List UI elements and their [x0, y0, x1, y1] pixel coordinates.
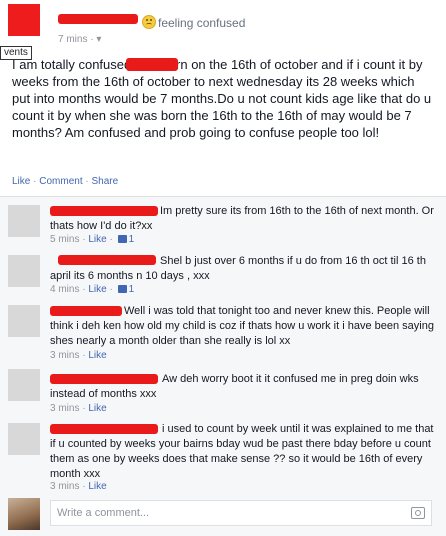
comment-meta: 3 mins · Like	[50, 350, 107, 361]
comment-meta: 3 mins · Like	[50, 403, 107, 414]
comment-time[interactable]: 3 mins	[50, 403, 79, 414]
comment-like-button[interactable]: Like	[88, 481, 106, 492]
commenter-avatar[interactable]	[8, 369, 40, 401]
comment-meta: 4 mins · Like · 1	[50, 284, 135, 295]
post-card: feeling confused 7 mins · ▾ vents I am t…	[0, 0, 446, 536]
post-text: I am totally confused was born on the 16…	[12, 57, 432, 140]
comment-time[interactable]: 3 mins	[50, 481, 79, 492]
comment-button[interactable]: Comment	[39, 176, 82, 187]
comment-meta: 5 mins · Like · 1	[50, 234, 135, 245]
thumbs-up-icon	[117, 235, 127, 243]
comment-text: i used to count by week until it was exp…	[50, 423, 434, 480]
comment-time[interactable]: 5 mins	[50, 234, 79, 245]
feeling-status: feeling confused	[142, 15, 245, 30]
comment-text: Im pretty sure its from 16th to the 16th…	[50, 205, 434, 232]
post-actions: Like · Comment · Share	[12, 176, 118, 187]
like-button[interactable]: Like	[12, 176, 30, 187]
comment-input[interactable]: Write a comment...	[50, 500, 432, 526]
comment-like-button[interactable]: Like	[88, 403, 106, 414]
comments-section: Im pretty sure its from 16th to the 16th…	[0, 197, 446, 536]
comment-like-button[interactable]: Like	[88, 284, 106, 295]
like-count[interactable]: 1	[129, 234, 135, 245]
author-name-redacted[interactable]	[58, 14, 138, 24]
post-meta: 7 mins · ▾	[58, 34, 102, 45]
like-count[interactable]: 1	[129, 284, 135, 295]
commenter-avatar[interactable]	[8, 255, 40, 287]
current-user-avatar[interactable]	[8, 498, 40, 530]
comment-input-placeholder: Write a comment...	[57, 507, 150, 519]
camera-icon[interactable]	[411, 507, 425, 519]
comment-text: Aw deh worry boot it it confused me in p…	[50, 373, 419, 400]
share-button[interactable]: Share	[92, 176, 119, 187]
thumbs-up-icon	[117, 285, 127, 293]
comment-time[interactable]: 4 mins	[50, 284, 79, 295]
comment-meta: 3 mins · Like	[50, 481, 107, 492]
confused-emoji-icon	[142, 15, 156, 29]
commenter-avatar[interactable]	[8, 205, 40, 237]
commenter-avatar[interactable]	[8, 423, 40, 455]
comment-time[interactable]: 3 mins	[50, 350, 79, 361]
post-time[interactable]: 7 mins	[58, 34, 87, 45]
audience-icon[interactable]: ▾	[96, 34, 101, 45]
comment-text: Shel b just over 6 months if u do from 1…	[50, 255, 426, 282]
comment-like-button[interactable]: Like	[88, 350, 106, 361]
comment-like-button[interactable]: Like	[88, 234, 106, 245]
author-avatar[interactable]	[8, 4, 40, 36]
post-name-redacted	[126, 58, 178, 71]
commenter-avatar[interactable]	[8, 305, 40, 337]
comment-text: Well i was told that tonight too and nev…	[50, 305, 434, 347]
feeling-label: feeling confused	[158, 16, 246, 30]
